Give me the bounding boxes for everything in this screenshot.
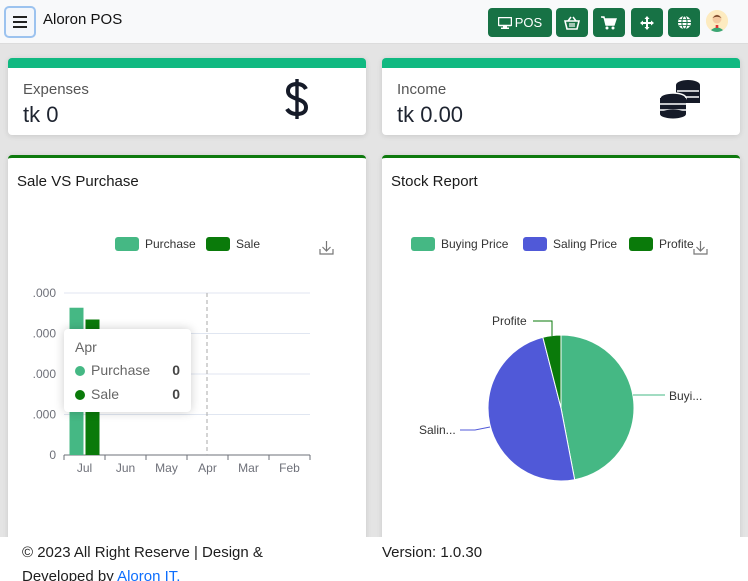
expenses-card: Expenses tk 0: [8, 58, 366, 135]
x-tick-label: Feb: [279, 461, 300, 475]
download-icon[interactable]: [693, 241, 708, 255]
y-axis: .000 .000 .000 .000 0: [33, 286, 57, 462]
legend-sale-label[interactable]: Sale: [236, 237, 260, 251]
dollar-icon: [285, 79, 309, 119]
app-title: Aloron POS: [43, 11, 123, 28]
menu-icon: [13, 16, 27, 28]
income-card: Income tk 0.00: [382, 58, 740, 135]
cart-icon: [601, 15, 617, 29]
avatar-icon: [706, 10, 728, 32]
stock-report-chart: Buying Price Saling Price Profite Profit…: [411, 237, 708, 482]
tooltip-row-name: Purchase: [91, 362, 151, 378]
footer-copyright: © 2023 All Right Reserve | Design & Deve…: [22, 541, 322, 581]
pos-button-label: POS: [514, 15, 543, 30]
tooltip-title: Apr: [75, 339, 97, 355]
expenses-label: Expenses: [23, 81, 89, 98]
basket-icon: [564, 16, 580, 30]
tooltip-row: Purchase 0: [75, 362, 180, 380]
legend-purchase-label[interactable]: Purchase: [145, 237, 196, 251]
menu-toggle-button[interactable]: [4, 6, 36, 38]
saling-label-line: [460, 426, 491, 431]
pie-label-profite: Profite: [492, 314, 527, 328]
legend-purchase-swatch[interactable]: [115, 237, 139, 251]
legend-profite-label[interactable]: Profite: [659, 237, 694, 251]
basket-button[interactable]: [556, 8, 588, 37]
x-tick-label: Apr: [198, 461, 217, 475]
footer: © 2023 All Right Reserve | Design & Deve…: [0, 537, 748, 581]
globe-icon: [677, 15, 691, 30]
y-tick-label: 0: [49, 448, 56, 462]
tooltip-row-value: 0: [172, 386, 180, 402]
pie-label-buying: Buyi...: [669, 389, 702, 403]
move-button[interactable]: [631, 8, 663, 37]
footer-company-link[interactable]: Aloron IT.: [117, 568, 180, 581]
tooltip-row-name: Sale: [91, 386, 120, 402]
tooltip-row-value: 0: [172, 362, 180, 378]
tooltip-sale-marker: [75, 390, 85, 400]
expenses-value: tk 0: [23, 102, 59, 127]
move-icon: [640, 15, 654, 30]
legend-buying-label[interactable]: Buying Price: [441, 237, 509, 251]
x-tick-label: Mar: [238, 461, 259, 475]
y-tick-label: .000: [33, 327, 57, 341]
cart-button[interactable]: [593, 8, 625, 37]
download-icon[interactable]: [319, 241, 334, 255]
legend-buying-swatch[interactable]: [411, 237, 435, 251]
stock-report-card: Stock Report Buying Price Saling Price P…: [382, 155, 740, 555]
pie-series: [487, 334, 635, 482]
top-navbar: Aloron POS POS: [0, 0, 748, 44]
tooltip-row: Sale 0: [75, 386, 180, 404]
income-value: tk 0.00: [397, 102, 464, 127]
legend-saling-label[interactable]: Saling Price: [553, 237, 617, 251]
pie-label-saling: Salin...: [419, 423, 456, 437]
language-button[interactable]: [668, 8, 700, 37]
tooltip-purchase-marker: [75, 366, 85, 376]
legend-saling-swatch[interactable]: [523, 237, 547, 251]
income-label: Income: [397, 81, 447, 98]
x-tick-label: Jul: [77, 461, 92, 475]
legend-sale-swatch[interactable]: [206, 237, 230, 251]
chart-tooltip: Apr Purchase 0 Sale 0: [64, 329, 191, 412]
pie-slice-buying-price[interactable]: [560, 334, 635, 481]
coins-icon: [659, 80, 700, 119]
pos-button[interactable]: POS: [488, 8, 552, 37]
profite-label-line: [533, 320, 553, 336]
x-tick-label: Jun: [116, 461, 135, 475]
x-axis: Jul Jun May Apr Mar Feb: [63, 455, 311, 475]
y-tick-label: .000: [33, 367, 57, 381]
footer-version: Version: 1.0.30: [382, 544, 483, 561]
legend-profite-swatch[interactable]: [629, 237, 653, 251]
y-tick-label: .000: [33, 408, 57, 422]
user-avatar[interactable]: [706, 10, 728, 32]
x-tick-label: May: [155, 461, 178, 475]
monitor-icon: [497, 16, 512, 29]
y-tick-label: .000: [33, 286, 57, 300]
